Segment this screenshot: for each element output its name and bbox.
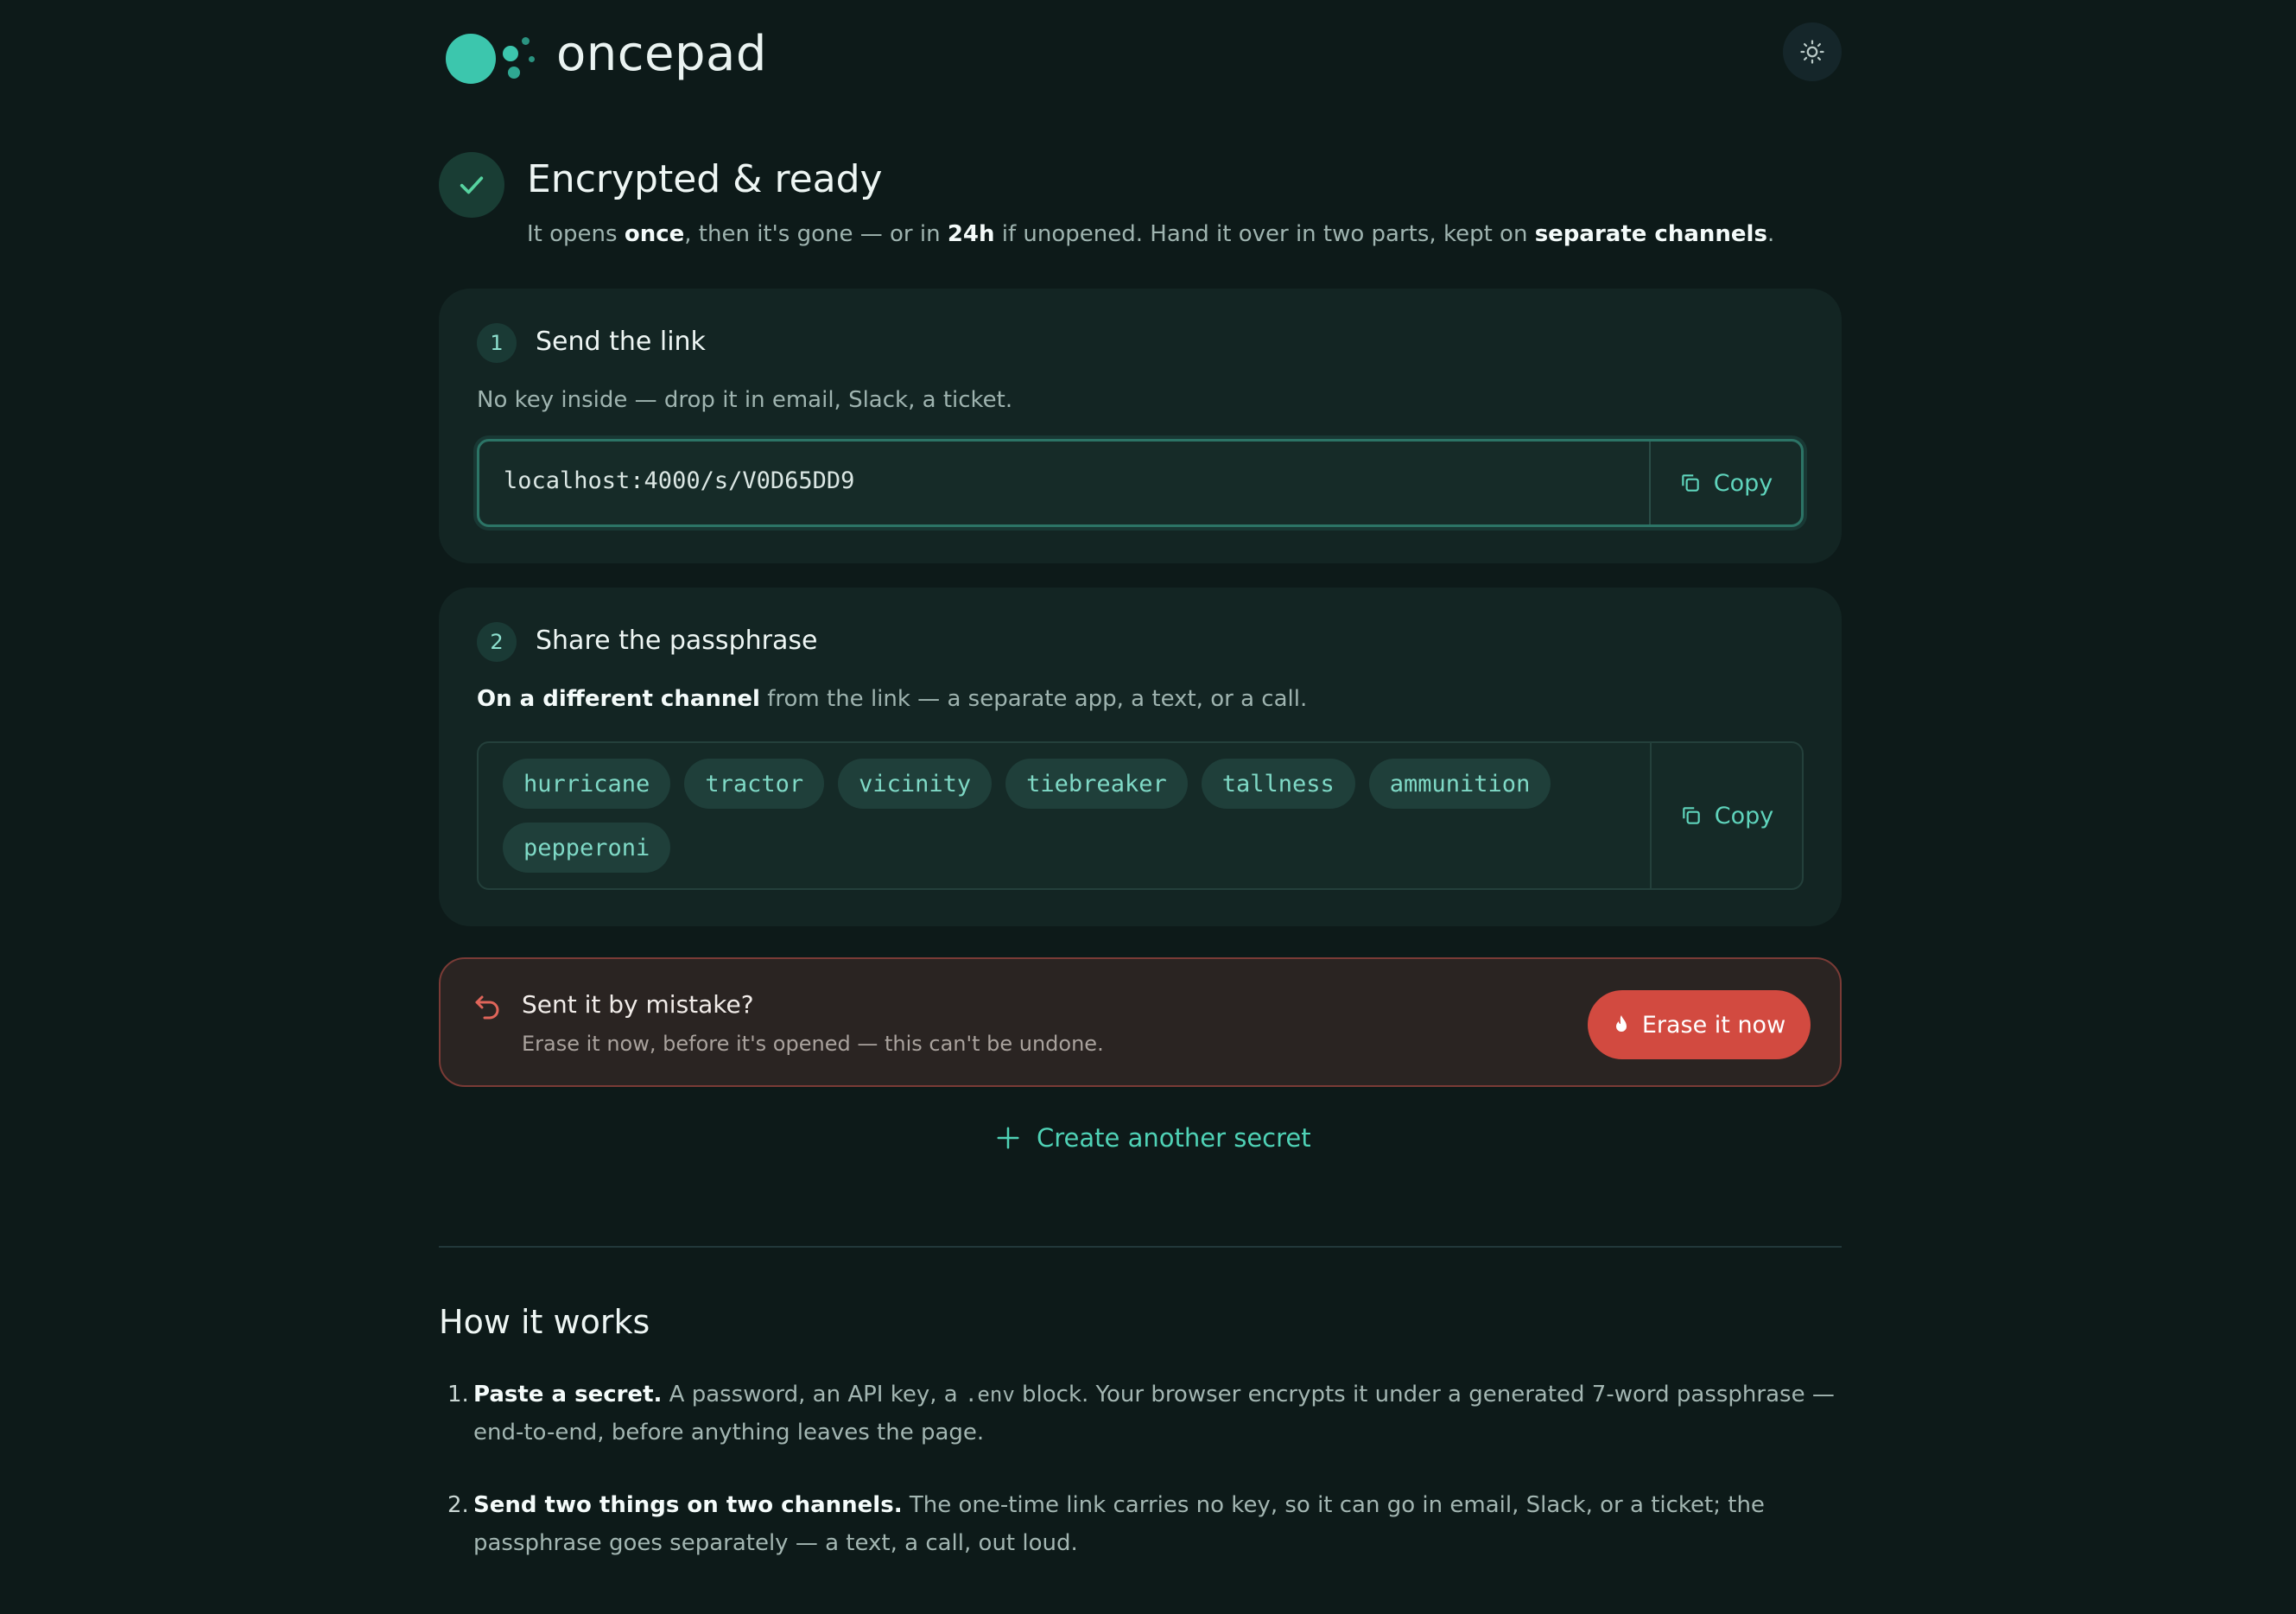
mistake-description: Erase it now, before it's opened — this …	[522, 1032, 1104, 1056]
sun-icon	[1800, 40, 1824, 64]
copy-passphrase-button[interactable]: Copy	[1650, 743, 1802, 888]
copy-icon	[1682, 474, 1699, 492]
step-description: No key inside — drop it in email, Slack,…	[477, 387, 1013, 413]
passphrase-word: vicinity	[838, 759, 993, 809]
copy-label: Copy	[1713, 469, 1773, 497]
mistake-banner: Sent it by mistake? Erase it now, before…	[439, 957, 1842, 1087]
list-item: 2. Send two things on two channels. The …	[447, 1492, 1765, 1556]
app-name: oncepad	[556, 26, 767, 82]
passphrase-word: ammunition	[1368, 759, 1551, 809]
logo-mark-icon	[446, 27, 546, 84]
step-number-2: 2	[477, 622, 517, 662]
passphrase-word: hurricane	[503, 759, 671, 809]
passphrase-word: pepperoni	[503, 823, 671, 873]
how-it-works-list: 1. Paste a secret. A password, an API ke…	[439, 1376, 1842, 1597]
erase-now-button[interactable]: Erase it now	[1588, 990, 1811, 1059]
passphrase-word: tallness	[1201, 759, 1355, 809]
theme-toggle-button[interactable]	[1783, 22, 1842, 81]
status-check-badge	[439, 152, 504, 218]
plus-icon	[997, 1127, 1019, 1149]
check-icon	[460, 176, 484, 194]
logo[interactable]: oncepad	[446, 26, 767, 84]
passphrase-word: tractor	[684, 759, 825, 809]
step-title: Share the passphrase	[536, 626, 818, 656]
undo-arrow-icon	[475, 995, 499, 1020]
copy-icon	[1683, 807, 1700, 824]
step-number-1: 1	[477, 323, 517, 363]
create-another-link[interactable]: Create another secret	[995, 1123, 1311, 1153]
flame-icon	[1615, 1015, 1627, 1032]
mistake-title: Sent it by mistake?	[522, 990, 754, 1019]
passphrase-card: 2 Share the passphrase On a different ch…	[439, 588, 1842, 926]
passphrase-word: tiebreaker	[1005, 759, 1188, 809]
copy-label: Copy	[1714, 802, 1774, 829]
step-title: Send the link	[536, 327, 706, 357]
create-another-label: Create another secret	[1037, 1123, 1311, 1153]
step-description: On a different channel from the link — a…	[477, 686, 1308, 712]
send-link-card: 1 Send the link No key inside — drop it …	[439, 289, 1842, 563]
passphrase-words: hurricane tractor vicinity tiebreaker ta…	[503, 759, 1643, 873]
divider	[439, 1246, 1842, 1248]
link-field[interactable]: localhost:4000/s/V0D65DD9 Copy	[477, 439, 1804, 527]
copy-link-button[interactable]: Copy	[1649, 442, 1801, 524]
header: oncepad	[439, 19, 1842, 88]
how-it-works-title: How it works	[439, 1303, 650, 1341]
passphrase-box[interactable]: hurricane tractor vicinity tiebreaker ta…	[477, 741, 1804, 890]
status-title: Encrypted & ready	[527, 157, 883, 201]
link-text[interactable]: localhost:4000/s/V0D65DD9	[504, 467, 854, 494]
list-item: 1. Paste a secret. A password, an API ke…	[447, 1382, 1835, 1446]
status-description: It opens once, then it's gone — or in 24…	[527, 221, 1775, 247]
page: oncepad Encrypted & ready It opens once,…	[0, 0, 2296, 1614]
erase-label: Erase it now	[1641, 1011, 1786, 1039]
